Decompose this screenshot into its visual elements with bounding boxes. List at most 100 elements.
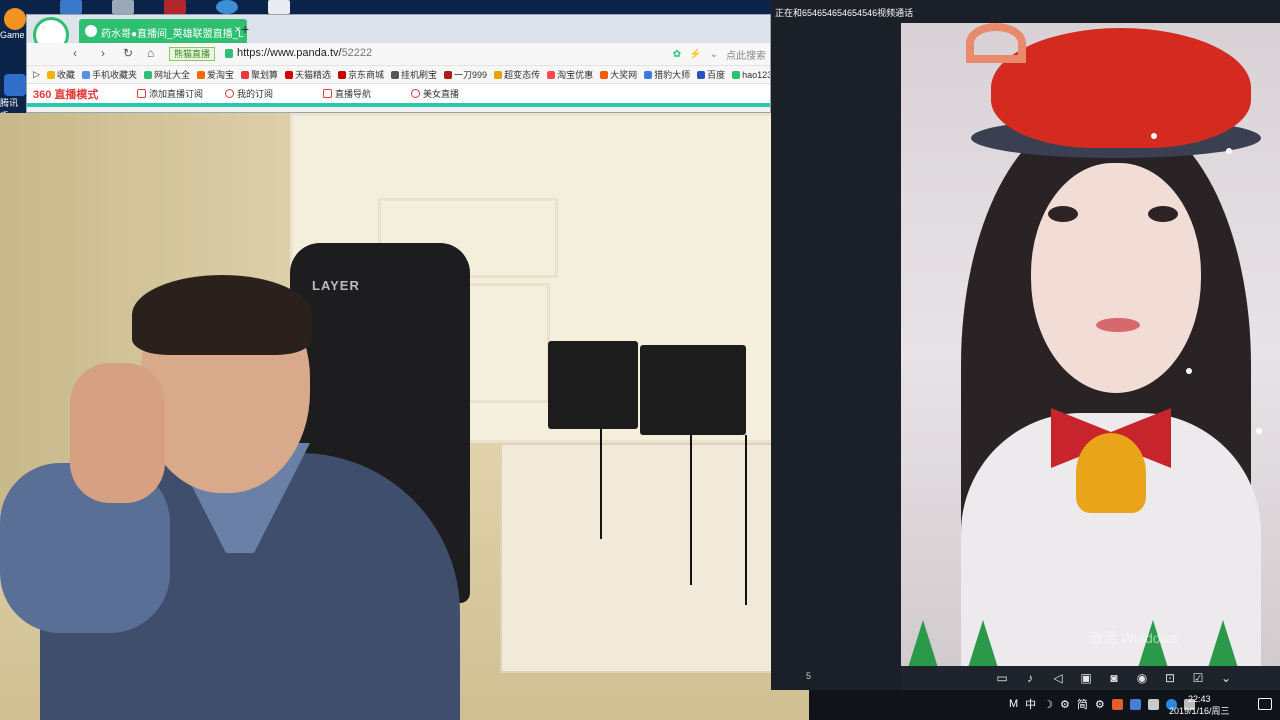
bookmarks-bar: ▷ 收藏 手机收藏夹 网址大全 爱淘宝 聚划算 天猫精选 京东商城 挂机刷宝 一…	[27, 65, 770, 83]
tray-app-icon[interactable]	[1147, 698, 1159, 710]
video-call-window: 正在和654654654654546视频通话 激活 Windows ▭ ♪ ◁ …	[771, 0, 1280, 690]
gear-icon[interactable]: ⚙	[1095, 698, 1105, 711]
live-nav-link[interactable]: 直播导航	[323, 87, 411, 100]
record-icon[interactable]: ◉	[1135, 671, 1149, 685]
browser-tab-active[interactable]: 药水哥●直播间_英雄联盟直播_L ×	[79, 19, 247, 43]
heart-icon	[225, 89, 234, 98]
camera-icon[interactable]: ▣	[1079, 671, 1093, 685]
more-icon[interactable]: ⌄	[1219, 671, 1233, 685]
chat-icon[interactable]: ▭	[995, 671, 1009, 685]
snowflake	[1151, 133, 1157, 139]
desktop-shortcut-icon[interactable]	[164, 0, 186, 14]
bookmark-item[interactable]: 淘宝优惠	[547, 68, 593, 81]
snapshot-icon[interactable]: ◙	[1107, 671, 1121, 685]
ime-mode-icon[interactable]: M	[1009, 698, 1018, 710]
bunny-ears-sticker	[966, 23, 1026, 63]
cable	[690, 435, 692, 585]
search-placeholder[interactable]: 点此搜索	[726, 47, 766, 62]
bookmark-item[interactable]: 超变态传	[494, 68, 540, 81]
cable	[600, 429, 602, 539]
bookmark-item[interactable]: 天猫精选	[285, 68, 331, 81]
speaker-icon[interactable]: ◁	[1051, 671, 1065, 685]
forward-icon[interactable]: ›	[101, 46, 105, 60]
ime-lang-icon[interactable]: 中	[1025, 696, 1036, 712]
tab-title: 药水哥●直播间_英雄联盟直播_L	[101, 29, 244, 40]
bookmark-item[interactable]: 猎豹大师	[644, 68, 690, 81]
desktop-icon-label: Game	[0, 30, 25, 40]
bookmarks-expand-icon[interactable]: ▷	[33, 69, 40, 80]
new-tab-button[interactable]: +	[241, 21, 249, 37]
chevron-down-icon[interactable]: ⌄	[710, 49, 718, 60]
tencent-app-icon	[4, 74, 26, 96]
mode-badge[interactable]: 熊猫直播	[169, 47, 216, 61]
bookmark-item[interactable]: 手机收藏夹	[81, 68, 137, 81]
list-icon	[323, 89, 332, 98]
chair-brand-text: LAYER	[312, 278, 360, 293]
mic-icon[interactable]: ♪	[1023, 671, 1037, 685]
game-app-icon	[4, 8, 26, 30]
shield-icon[interactable]: ✿	[673, 49, 681, 60]
remote-eye	[1148, 206, 1178, 222]
taskbar-clock[interactable]: 22:43 2019/1/16/周三	[1169, 693, 1230, 717]
lightning-icon[interactable]: ⚡	[689, 49, 701, 60]
address-bar-actions: ✿ ⚡ ⌄ 点此搜索	[673, 47, 766, 62]
remote-video-feed: 激活 Windows	[901, 23, 1280, 690]
snowflake	[1186, 368, 1192, 374]
tray-app-icon[interactable]	[1111, 698, 1123, 710]
santa-hat-sticker	[991, 28, 1251, 148]
bookmark-item[interactable]: 爱淘宝	[196, 68, 234, 81]
bookmark-item[interactable]: 一刀999	[444, 68, 487, 81]
back-icon[interactable]: ‹	[73, 46, 77, 60]
beauty-live-link[interactable]: 美女直播	[411, 87, 499, 100]
refresh-icon[interactable]: ↻	[123, 46, 133, 60]
bookmark-item[interactable]: hao123	[732, 70, 770, 80]
bookmark-item[interactable]: 京东商城	[338, 68, 384, 81]
bookmark-item[interactable]: 收藏	[46, 68, 75, 81]
browser-tab-bar: 药水哥●直播间_英雄联盟直播_L × +	[27, 15, 770, 53]
bookmark-item[interactable]: 聚划算	[240, 68, 278, 81]
live-mode-logo[interactable]: 360 直播模式	[33, 86, 133, 102]
home-icon[interactable]: ⌂	[147, 46, 154, 60]
live-mode-bar: 360 直播模式 添加直播订阅 我的订阅 直播导航 美女直播	[27, 83, 770, 107]
desktop-icon-game[interactable]: Game	[0, 8, 26, 40]
streamer-webcam-video: LAYER	[0, 113, 809, 720]
call-toolbar: ▭ ♪ ◁ ▣ ◙ ◉ ⊡ ☑ ⌄	[901, 666, 1280, 690]
desktop-shortcut-icon[interactable]	[112, 0, 134, 14]
bookmark-item[interactable]: 挂机刷宝	[391, 68, 437, 81]
desktop-shortcut-icon[interactable]	[216, 0, 238, 14]
panda-favicon-icon	[85, 25, 97, 37]
fullscreen-icon[interactable]: ⊡	[1163, 671, 1177, 685]
moon-icon[interactable]: ☽	[1043, 698, 1053, 711]
simplified-icon[interactable]: 简	[1077, 696, 1088, 712]
settings-icon[interactable]: ⚙	[1060, 698, 1070, 711]
url-path: 52222	[341, 47, 373, 59]
address-bar: ‹ › ↻ ⌂ 熊猫直播 https://www.panda.tv/52222 …	[27, 43, 770, 65]
bell-sticker	[1076, 433, 1146, 513]
my-subscriptions-link[interactable]: 我的订阅	[225, 87, 313, 100]
bookmark-item[interactable]: 网址大全	[143, 68, 190, 81]
streamer-hair	[132, 275, 312, 355]
screen: Game 腾讯手 药水哥●直播间_英雄联盟直播_L × + ‹ ›	[0, 0, 1280, 720]
cabinet	[500, 443, 800, 673]
fire-icon	[411, 89, 420, 98]
bookmark-item[interactable]: 百度	[697, 68, 725, 81]
speaker-left	[548, 341, 638, 429]
bookmark-item[interactable]: 大奖网	[600, 68, 637, 81]
call-title: 正在和654654654654546视频通话	[775, 8, 914, 18]
speaker-right	[640, 345, 746, 435]
notification-icon[interactable]	[1258, 698, 1272, 710]
add-subscription-link[interactable]: 添加直播订阅	[137, 87, 225, 100]
cable	[745, 435, 747, 605]
tv-icon	[137, 89, 146, 98]
minimize-icon[interactable]: ☑	[1191, 671, 1205, 685]
page-header-strip	[27, 103, 770, 107]
windows-taskbar: M 中 ☽ ⚙ 简 ⚙ 22:43 2019/1/16/周三	[809, 690, 1280, 720]
clock-time: 22:43	[1188, 694, 1211, 704]
desktop-top-icon-row	[60, 0, 290, 14]
url-input[interactable]: https://www.panda.tv/52222	[237, 47, 372, 59]
browser-window: 药水哥●直播间_英雄联盟直播_L × + ‹ › ↻ ⌂ 熊猫直播 https:…	[26, 14, 771, 113]
edge-number: 5	[806, 671, 812, 681]
desktop-shortcut-icon[interactable]	[60, 0, 82, 14]
tray-app-icon[interactable]	[1129, 698, 1141, 710]
desktop-shortcut-icon[interactable]	[268, 0, 290, 14]
